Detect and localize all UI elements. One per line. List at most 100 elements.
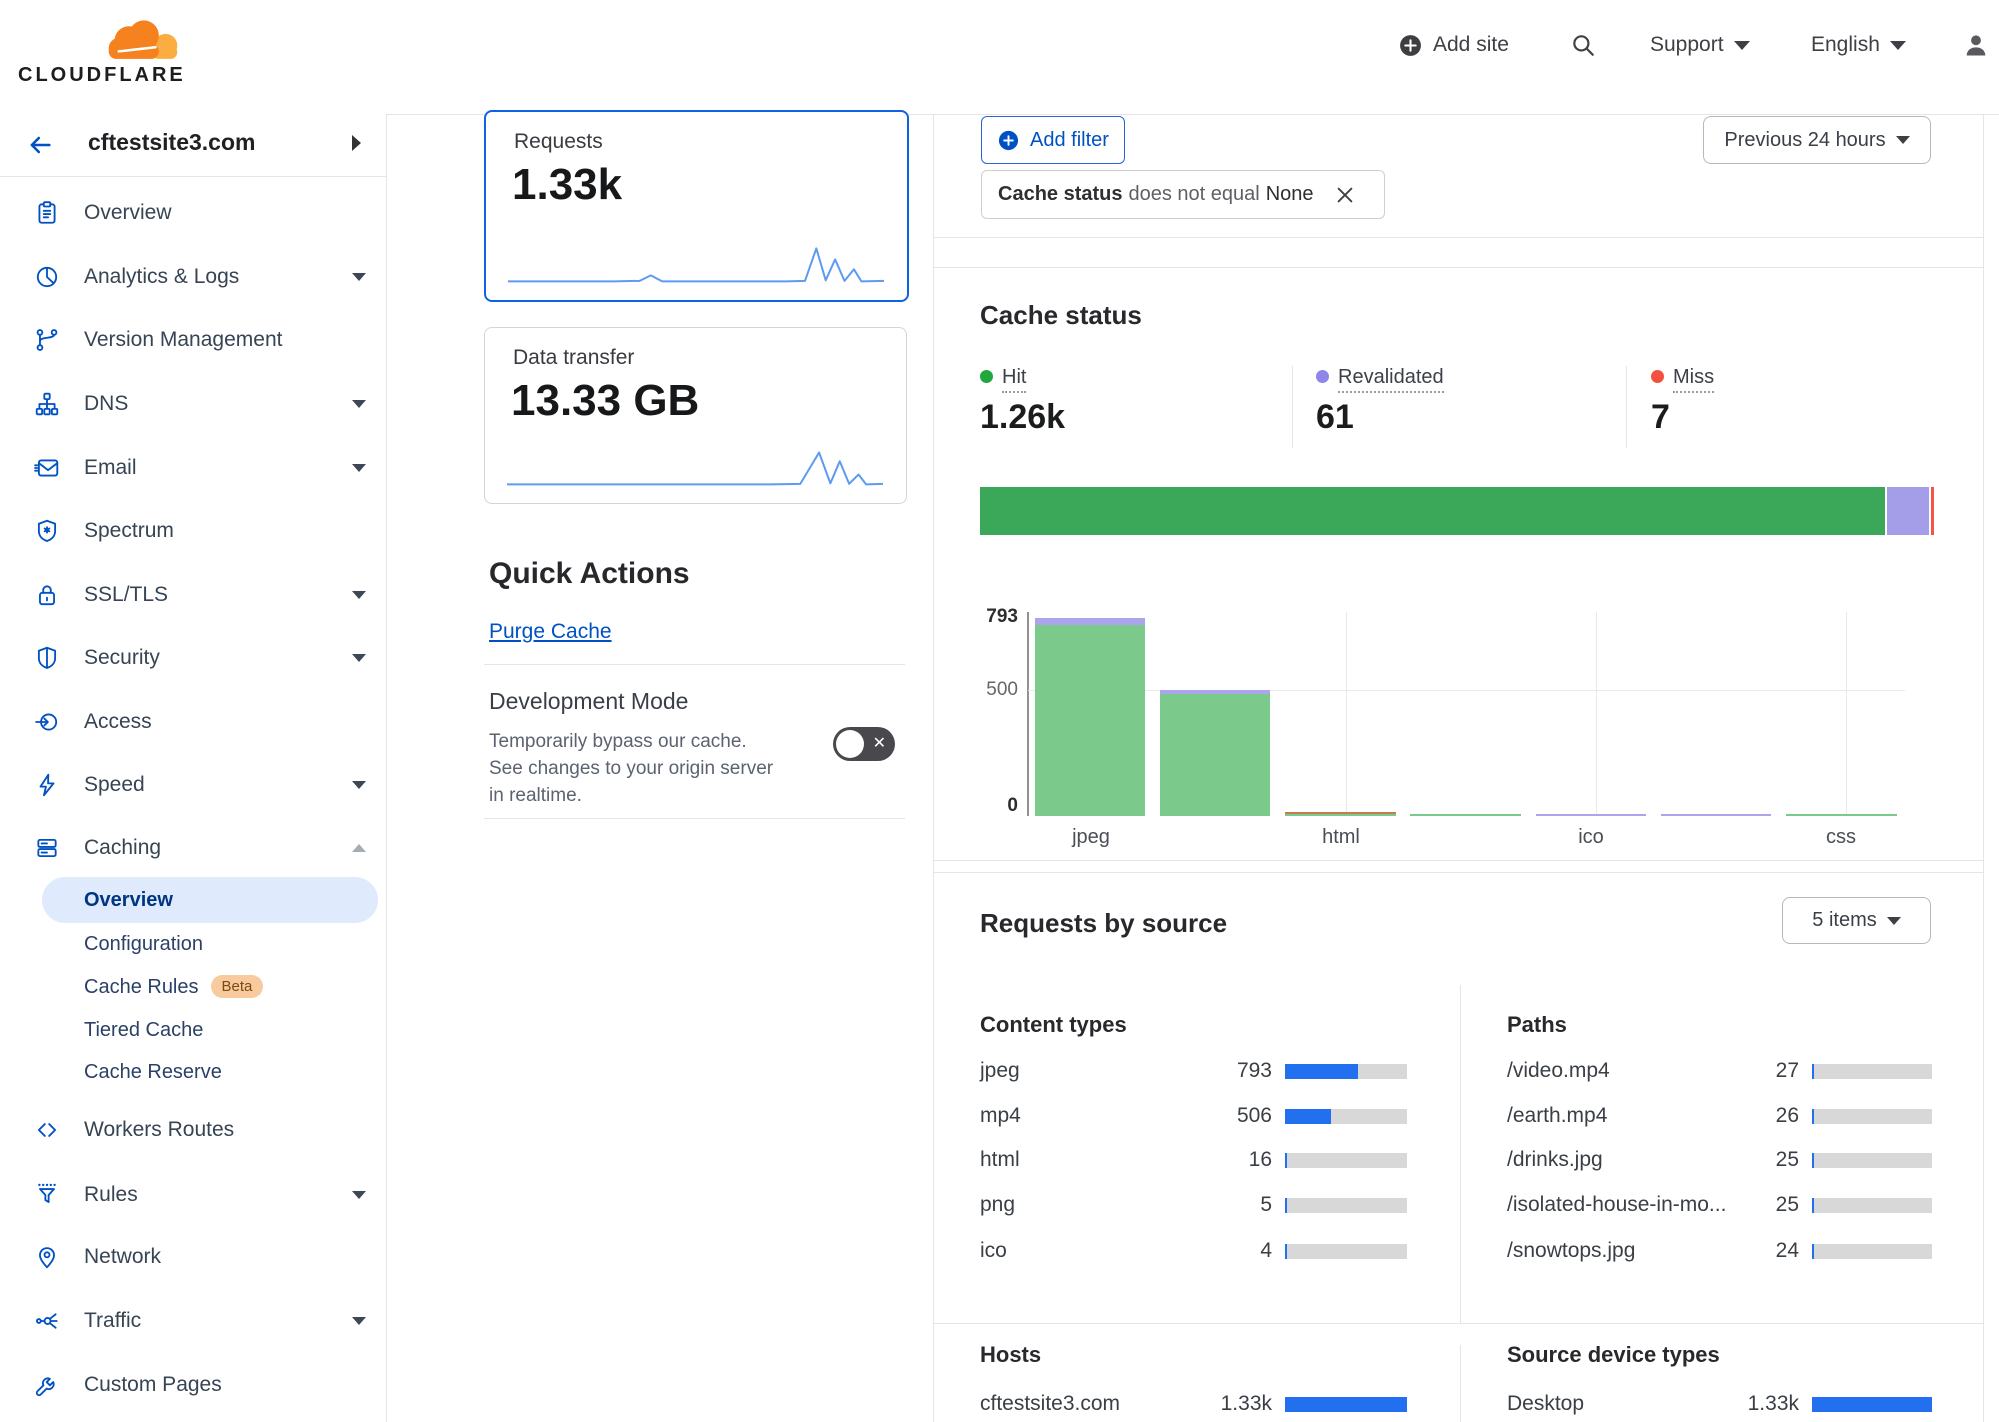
requests-card-label: Requests bbox=[514, 130, 603, 154]
sidebar-item-speed[interactable]: Speed bbox=[0, 763, 386, 807]
row-bar bbox=[1285, 1244, 1407, 1259]
site-switcher: cftestsite3.com bbox=[0, 114, 386, 176]
remove-filter-icon[interactable] bbox=[1334, 184, 1356, 206]
submenu-item-tiered-cache[interactable]: Tiered Cache bbox=[84, 1012, 374, 1048]
sidebar-item-spectrum[interactable]: Spectrum bbox=[0, 509, 386, 553]
sidebar-item-overview[interactable]: Overview bbox=[0, 191, 386, 235]
x-tick-css: css bbox=[1796, 826, 1886, 849]
sidebar-item-label: Custom Pages bbox=[84, 1363, 222, 1407]
divider bbox=[933, 1323, 1983, 1324]
sidebar-item-security[interactable]: Security bbox=[0, 636, 386, 680]
cache-status-stacked-bar bbox=[980, 487, 1934, 535]
bar-slot5 bbox=[1661, 814, 1771, 816]
data-transfer-card[interactable]: Data transfer 13.33 GB bbox=[484, 327, 907, 504]
spectrum-shield-icon bbox=[34, 518, 60, 544]
row-label: /earth.mp4 bbox=[1507, 1104, 1607, 1128]
purge-cache-link[interactable]: Purge Cache bbox=[489, 620, 612, 644]
y-tick-0: 0 bbox=[930, 795, 1018, 817]
sidebar-item-analytics[interactable]: Analytics & Logs bbox=[0, 255, 386, 299]
language-menu[interactable]: English bbox=[1811, 0, 1906, 90]
row-value: 24 bbox=[1729, 1239, 1799, 1263]
requests-card[interactable]: Requests 1.33k bbox=[484, 110, 909, 302]
bar-slot3 bbox=[1410, 814, 1520, 816]
sidebar-item-label: Version Management bbox=[84, 318, 282, 362]
divider bbox=[933, 237, 1983, 238]
submenu-item-cache-reserve[interactable]: Cache Reserve bbox=[84, 1054, 374, 1090]
sidebar-item-email[interactable]: Email bbox=[0, 446, 386, 490]
sidebar-item-access[interactable]: Access bbox=[0, 700, 386, 744]
gridline bbox=[1846, 612, 1847, 816]
sidebar-item-rules[interactable]: Rules bbox=[0, 1173, 386, 1217]
sidebar-item-version-management[interactable]: Version Management bbox=[0, 318, 386, 362]
cloudflare-logo[interactable]: CLOUDFLARE bbox=[16, 6, 186, 90]
plus-circle-icon bbox=[997, 129, 1020, 152]
bar-slot1 bbox=[1160, 690, 1270, 816]
hit-value: 1.26k bbox=[980, 398, 1065, 437]
sidebar-item-caching[interactable]: Caching bbox=[0, 826, 386, 870]
sidebar-item-label: Access bbox=[84, 700, 152, 744]
table-row: html 16 bbox=[980, 1146, 1407, 1176]
device-types-header: Source device types bbox=[1507, 1342, 1720, 1368]
access-arrow-icon bbox=[34, 709, 60, 735]
stacked-segment-revalidated bbox=[1885, 487, 1929, 535]
legend-hit[interactable]: Hit bbox=[980, 366, 1026, 389]
submenu-item-configuration[interactable]: Configuration bbox=[84, 926, 374, 962]
table-row: cftestsite3.com 1.33k bbox=[980, 1390, 1407, 1420]
row-bar bbox=[1285, 1153, 1407, 1168]
sidebar-item-network[interactable]: Network bbox=[0, 1235, 386, 1279]
server-stack-icon bbox=[34, 835, 60, 861]
sidebar-divider bbox=[386, 114, 387, 1422]
row-bar bbox=[1285, 1397, 1407, 1412]
items-count-selector[interactable]: 5 items bbox=[1782, 897, 1931, 944]
funnel-icon bbox=[34, 1182, 60, 1208]
sidebar-item-custom-pages[interactable]: Custom Pages bbox=[0, 1363, 386, 1407]
sidebar-item-traffic[interactable]: Traffic bbox=[0, 1299, 386, 1343]
chevron-down-icon bbox=[1896, 136, 1910, 144]
account-button[interactable] bbox=[1962, 0, 1990, 90]
legend-miss[interactable]: Miss bbox=[1651, 366, 1714, 389]
chevron-down-icon bbox=[1890, 41, 1906, 50]
table-row: /snowtops.jpg 24 bbox=[1507, 1237, 1932, 1267]
code-brackets-icon bbox=[34, 1117, 60, 1143]
dev-mode-title: Development Mode bbox=[489, 688, 688, 715]
search-button[interactable] bbox=[1570, 0, 1596, 90]
filter-value: None bbox=[1266, 183, 1314, 206]
panel-right-border bbox=[1983, 114, 1984, 1422]
add-filter-button[interactable]: Add filter bbox=[981, 116, 1125, 164]
row-label: cftestsite3.com bbox=[980, 1392, 1120, 1416]
sidebar-item-ssl-tls[interactable]: SSL/TLS bbox=[0, 573, 386, 617]
stacked-segment-hit bbox=[980, 487, 1885, 535]
submenu-active-pill[interactable]: Overview bbox=[42, 877, 378, 923]
divider bbox=[484, 664, 905, 665]
legend-revalidated[interactable]: Revalidated bbox=[1316, 366, 1444, 389]
revalidated-dot-icon bbox=[1316, 370, 1329, 383]
table-row: /video.mp4 27 bbox=[1507, 1057, 1932, 1087]
row-bar bbox=[1812, 1244, 1932, 1259]
add-site-button[interactable]: Add site bbox=[1398, 0, 1509, 90]
chevron-down-icon bbox=[352, 1317, 366, 1325]
sidebar-section-divider bbox=[0, 176, 386, 177]
divider bbox=[933, 872, 1983, 873]
lightning-icon bbox=[34, 772, 60, 798]
sidebar-item-label: Spectrum bbox=[84, 509, 174, 553]
row-bar bbox=[1812, 1109, 1932, 1124]
gridline bbox=[1346, 612, 1347, 816]
support-menu[interactable]: Support bbox=[1650, 0, 1750, 90]
sidebar-item-label: Email bbox=[84, 446, 137, 490]
hosts-header: Hosts bbox=[980, 1342, 1041, 1368]
site-expander-icon[interactable] bbox=[352, 135, 361, 151]
miss-value: 7 bbox=[1651, 398, 1670, 437]
x-tick-html: html bbox=[1296, 826, 1386, 849]
sidebar-item-dns[interactable]: DNS bbox=[0, 382, 386, 426]
row-value: 793 bbox=[1202, 1059, 1272, 1083]
time-range-selector[interactable]: Previous 24 hours bbox=[1703, 116, 1931, 164]
pie-chart-icon bbox=[34, 264, 60, 290]
back-arrow-icon[interactable] bbox=[26, 131, 54, 159]
toggle-knob bbox=[836, 730, 864, 758]
submenu-item-cache-rules[interactable]: Cache RulesBeta bbox=[84, 969, 374, 1005]
sidebar-item-workers-routes[interactable]: Workers Routes bbox=[0, 1108, 386, 1152]
dev-mode-toggle[interactable]: ✕ bbox=[833, 727, 895, 761]
row-value: 26 bbox=[1729, 1104, 1799, 1128]
sidebar-item-label: Rules bbox=[84, 1173, 138, 1217]
wrench-icon bbox=[34, 1372, 60, 1398]
